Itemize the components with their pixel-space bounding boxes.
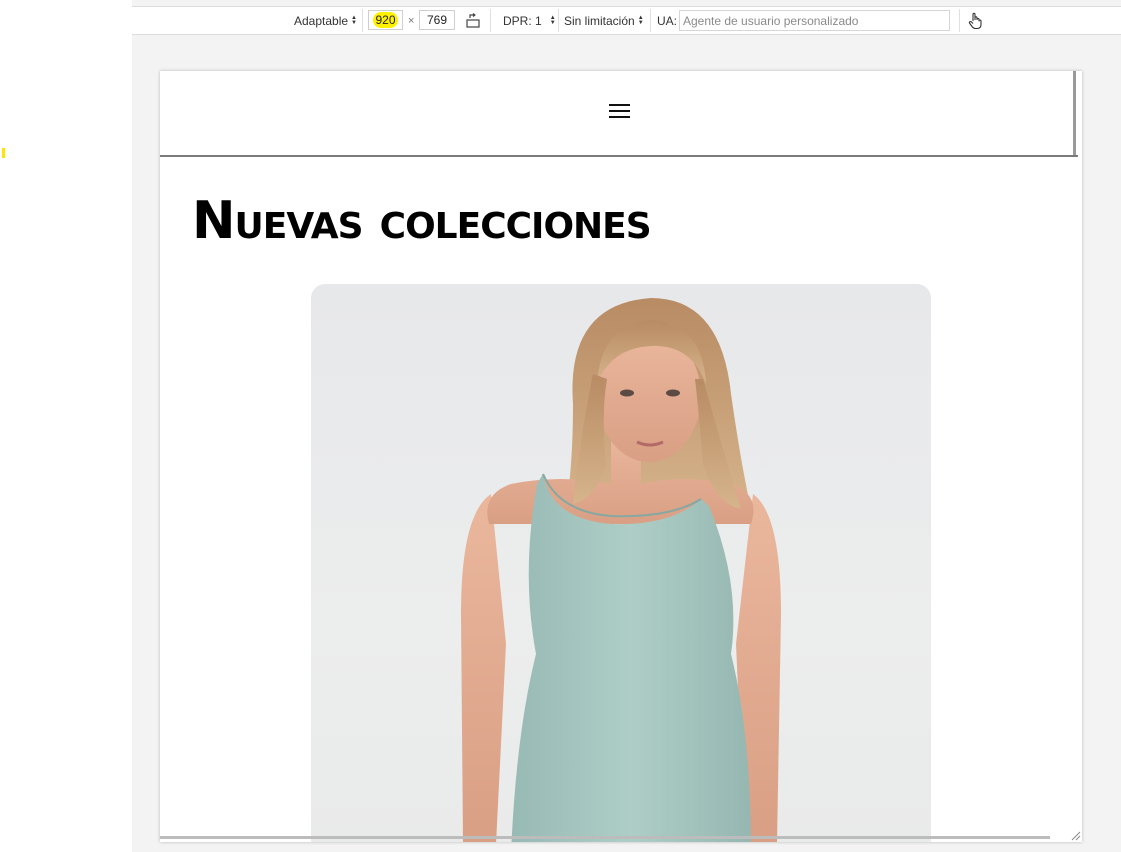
device-mode-select[interactable]: Adaptable ▲ ▼ [294, 7, 357, 34]
hamburger-line [609, 110, 630, 112]
width-value: 920 [373, 12, 398, 28]
device-viewport: Nuevas colecciones [160, 71, 1082, 842]
touch-toggle-button[interactable] [967, 7, 983, 34]
height-value: 769 [426, 13, 448, 27]
throttling-label: Sin limitación [564, 13, 635, 28]
hero-image [311, 284, 931, 842]
select-arrows-icon: ▲ ▼ [351, 14, 357, 26]
resize-handle-icon[interactable] [1069, 829, 1081, 841]
divider [362, 9, 363, 32]
touch-hand-icon [968, 12, 982, 29]
horizontal-scrollbar[interactable] [160, 836, 1050, 839]
divider [558, 9, 559, 32]
divider [650, 9, 651, 32]
left-panel [0, 0, 132, 852]
device-toolbar: Adaptable ▲ ▼ 920 × 769 DPR: 1 ▲ ▼ Sin lim… [132, 6, 1121, 35]
dimension-separator: × [408, 14, 415, 27]
hamburger-line [609, 116, 630, 118]
device-emulation-area: Adaptable ▲ ▼ 920 × 769 DPR: 1 ▲ ▼ Sin lim… [132, 0, 1121, 852]
select-arrows-icon: ▲ ▼ [637, 14, 644, 26]
hamburger-line [609, 104, 630, 106]
highlight-marker [2, 148, 5, 158]
width-input[interactable]: 920 [368, 10, 403, 30]
throttling-select[interactable]: Sin limitación ▲ ▼ [564, 7, 644, 34]
menu-button[interactable] [609, 104, 631, 120]
ua-label: UA: [657, 13, 678, 28]
model-photo [461, 298, 781, 842]
site-header [160, 71, 1078, 157]
dpr-label: DPR: 1 [503, 13, 542, 28]
select-arrows-icon: ▲ ▼ [549, 14, 556, 26]
rotate-icon [466, 12, 480, 28]
user-agent-input[interactable] [679, 10, 950, 31]
height-input[interactable]: 769 [419, 10, 455, 30]
dpr-select[interactable]: DPR: 1 ▲ ▼ [503, 7, 556, 34]
divider [959, 9, 960, 32]
rotate-button[interactable] [465, 7, 481, 34]
vertical-scrollbar[interactable] [1073, 71, 1076, 155]
page-title: Nuevas colecciones [192, 191, 652, 251]
divider [490, 9, 491, 32]
device-mode-label: Adaptable [294, 13, 349, 28]
